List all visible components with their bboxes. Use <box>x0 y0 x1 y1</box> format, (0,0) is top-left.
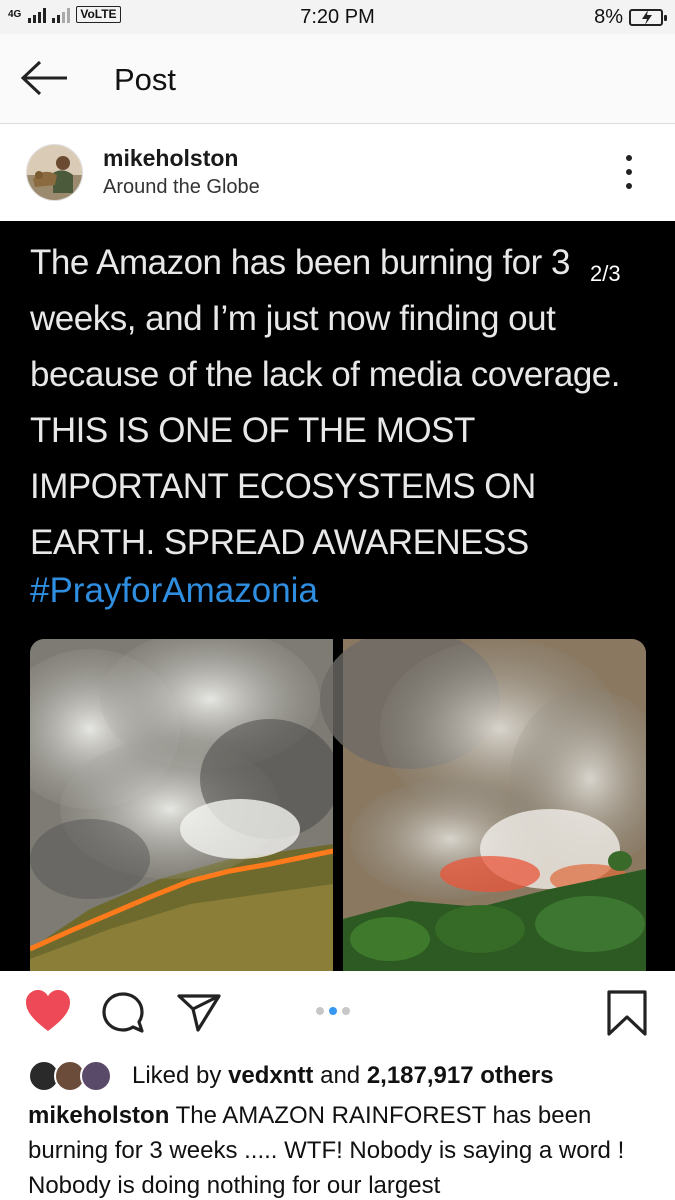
charging-bolt-icon <box>642 10 652 25</box>
liker-avatars <box>28 1058 120 1094</box>
status-time: 7:20 PM <box>300 6 375 28</box>
post-image[interactable]: The Amazon has been burning for 3 weeks,… <box>0 221 675 971</box>
post-caption: mikeholston The AMAZON RAINFOREST has be… <box>28 1098 648 1200</box>
battery-icon <box>629 9 667 26</box>
carousel-indicator <box>316 1007 350 1015</box>
status-bar: 4G VoLTE 7:20 PM 8% <box>0 0 675 34</box>
battery-percent: 8% <box>594 6 623 28</box>
fire-photos <box>30 639 646 971</box>
heart-filled-icon[interactable] <box>24 989 72 1035</box>
comment-icon[interactable] <box>100 991 146 1035</box>
post-header: mikeholston Around the Globe <box>0 125 675 221</box>
likes-first-user[interactable]: vedxntt <box>228 1062 313 1089</box>
likes-connector: and <box>320 1062 361 1089</box>
page-title: Post <box>114 62 177 97</box>
likes-row[interactable]: Liked by vedxntt and 2,187,917 others <box>28 1058 554 1094</box>
bookmark-icon[interactable] <box>606 989 648 1037</box>
image-tweet-text: The Amazon has been burning for 3 weeks,… <box>30 243 620 562</box>
avatar[interactable] <box>26 144 83 201</box>
likes-prefix: Liked by <box>132 1062 222 1089</box>
carousel-dot-1 <box>316 1007 324 1015</box>
top-bar: Post <box>0 34 675 124</box>
send-icon[interactable] <box>176 993 222 1033</box>
avatar-photo <box>27 145 82 200</box>
post-username[interactable]: mikeholston <box>103 145 238 172</box>
post-location[interactable]: Around the Globe <box>103 176 260 199</box>
likes-others[interactable]: 2,187,917 others <box>367 1062 554 1089</box>
image-hashtag: #PrayforAmazonia <box>30 571 318 610</box>
post-actions <box>0 971 675 1056</box>
caption-username[interactable]: mikeholston <box>28 1102 169 1129</box>
likes-text: Liked by vedxntt and 2,187,917 others <box>132 1062 554 1090</box>
carousel-dot-2-active <box>329 1007 337 1015</box>
carousel-counter: 2/3 <box>590 261 621 286</box>
arrow-left-icon[interactable] <box>20 58 70 98</box>
status-right: 8% <box>594 6 667 29</box>
forest-fire-photos <box>30 639 646 971</box>
carousel-dot-3 <box>342 1007 350 1015</box>
vertical-dots-icon[interactable] <box>620 155 640 191</box>
liker-avatar <box>80 1060 112 1092</box>
